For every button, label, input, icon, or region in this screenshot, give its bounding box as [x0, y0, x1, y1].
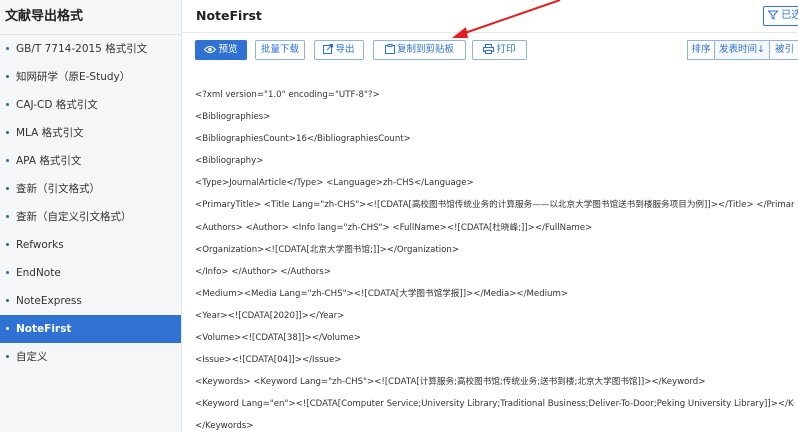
sidebar-item[interactable]: 查新（自定义引文格式） — [0, 203, 181, 231]
xml-line: <Medium><Media Lang="zh-CHS"><![CDATA[大学… — [195, 288, 569, 299]
sidebar-list: GB/T 7714-2015 格式引文 知网研学（原E-Study） CAJ-CD … — [0, 35, 181, 371]
sidebar-title: 文献导出格式 — [0, 0, 181, 35]
sidebar-item-label: Refworks — [16, 239, 64, 251]
bullet-icon — [6, 103, 9, 106]
page-title: NoteFirst — [196, 8, 262, 23]
sidebar-item-label: APA 格式引文 — [16, 155, 82, 167]
sort-publish-time-button[interactable]: 发表时间↓ — [714, 40, 770, 60]
xml-line: <Volume><![CDATA[38]]></Volume> — [195, 333, 361, 344]
bullet-icon — [6, 159, 9, 162]
print-button[interactable]: 打印 — [472, 40, 527, 60]
xml-line: <Organization><![CDATA[北京大学图书馆;]]></Orga… — [195, 244, 460, 255]
sidebar-item-label: NoteExpress — [16, 295, 82, 307]
sidebar-item[interactable]: 知网研学（原E-Study） — [0, 63, 181, 91]
xml-line: <Bibliography> — [195, 156, 264, 167]
batch-download-label: 批量下载 — [260, 44, 299, 55]
bullet-icon — [6, 243, 9, 246]
print-label: 打印 — [496, 44, 516, 55]
sort-publish-time-label: 发表时间 — [719, 44, 758, 55]
sort-cited-button[interactable]: 被引 — [769, 40, 798, 60]
batch-download-button[interactable]: 批量下载 — [255, 40, 305, 60]
title-divider — [182, 32, 798, 33]
sidebar-item-label: MLA 格式引文 — [16, 127, 84, 139]
xml-line: <Issue><![CDATA[04]]></Issue> — [195, 355, 342, 366]
sidebar-item[interactable]: 查新（引文格式） — [0, 175, 181, 203]
xml-line: </Info> </Author> </Authors> — [195, 266, 331, 277]
selected-filter-label: 已选 — [781, 10, 798, 21]
xml-line: <Type>JournalArticle</Type> <Language>zh… — [195, 178, 474, 189]
xml-line: </Keywords> — [195, 421, 254, 432]
clipboard-icon — [384, 44, 395, 54]
filter-icon — [767, 10, 779, 20]
sidebar-item[interactable]: NoteExpress — [0, 287, 181, 315]
xml-line: <PrimaryTitle> <Title Lang="zh-CHS"><![C… — [195, 200, 794, 211]
bullet-icon — [6, 187, 9, 190]
xml-line: <?xml version="1.0" encoding="UTF-8"?> — [195, 90, 380, 100]
bullet-icon — [6, 271, 9, 274]
sidebar-item-label: 查新（引文格式） — [16, 183, 100, 195]
bullet-icon — [6, 215, 9, 218]
sidebar-item-label: 查新（自定义引文格式） — [16, 211, 132, 223]
xml-line: <Authors> <Author> <Info lang="zh-CHS"> … — [195, 222, 593, 233]
preview-label: 预览 — [218, 44, 238, 55]
preview-button[interactable]: 预览 — [195, 40, 247, 60]
eye-icon — [204, 46, 217, 53]
xml-preview: <?xml version="1.0" encoding="UTF-8"?> <B… — [195, 84, 794, 438]
bullet-icon — [6, 327, 9, 330]
sort-label: 排序 — [687, 40, 715, 60]
xml-line: <BibliographiesCount>16</BibliographiesC… — [195, 134, 411, 145]
bullet-icon — [6, 131, 9, 134]
sidebar-item-label: GB/T 7714-2015 格式引文 — [16, 43, 148, 55]
sidebar-item[interactable]: CAJ-CD 格式引文 — [0, 91, 181, 119]
selected-filter-button[interactable]: 已选 — [763, 6, 798, 26]
bullet-icon — [6, 47, 9, 50]
bullet-icon — [6, 75, 9, 78]
sidebar: 文献导出格式 GB/T 7714-2015 格式引文 知网研学（原E-Study）… — [0, 0, 182, 432]
sidebar-item-label: 自定义 — [16, 351, 48, 363]
export-button[interactable]: 导出 — [314, 40, 364, 60]
sidebar-item[interactable]: GB/T 7714-2015 格式引文 — [0, 35, 181, 63]
sidebar-item[interactable]: 自定义 — [0, 343, 181, 371]
printer-icon — [483, 44, 495, 54]
sidebar-item-label: EndNote — [16, 267, 61, 279]
xml-line: <Bibliographies> — [195, 112, 271, 123]
sidebar-item[interactable]: Refworks — [0, 231, 181, 259]
main-panel: NoteFirst 已选 预览 批量下载 导出 复制到剪贴板 — [182, 0, 798, 432]
export-icon — [323, 44, 334, 54]
sidebar-item-label: CAJ-CD 格式引文 — [16, 99, 98, 111]
sidebar-item[interactable]: EndNote — [0, 259, 181, 287]
sidebar-item[interactable]: APA 格式引文 — [0, 147, 181, 175]
sidebar-item-label: 知网研学（原E-Study） — [16, 71, 131, 83]
copy-to-clipboard-label: 复制到剪贴板 — [396, 44, 454, 55]
sort-desc-arrow-icon: ↓ — [757, 44, 765, 55]
sidebar-item[interactable]: MLA 格式引文 — [0, 119, 181, 147]
xml-line: <Year><![CDATA[2020]]></Year> — [195, 310, 345, 321]
export-label: 导出 — [335, 44, 355, 55]
bullet-icon — [6, 355, 9, 358]
xml-line: <Keywords> <Keyword Lang="zh-CHS"><![CDA… — [195, 377, 706, 388]
xml-line: <Keyword Lang="en"><![CDATA[Computer Ser… — [195, 399, 794, 410]
bullet-icon — [6, 299, 9, 302]
copy-to-clipboard-button[interactable]: 复制到剪贴板 — [373, 40, 466, 60]
sidebar-item-label: NoteFirst — [16, 323, 72, 335]
sidebar-item[interactable]: NoteFirst — [0, 315, 181, 343]
sort-cited-label: 被引 — [775, 44, 795, 55]
